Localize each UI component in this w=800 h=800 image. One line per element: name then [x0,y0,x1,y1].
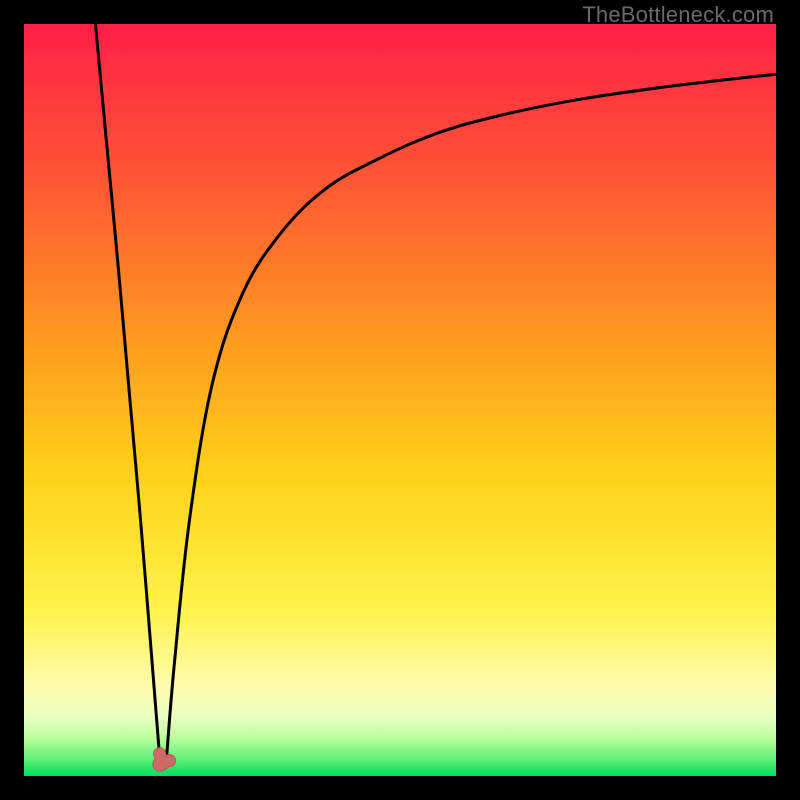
plot-area [24,24,776,776]
chart-svg [24,24,776,776]
gradient-background [24,24,776,776]
watermark-text: TheBottleneck.com [582,2,774,28]
chart-frame: TheBottleneck.com [0,0,800,800]
